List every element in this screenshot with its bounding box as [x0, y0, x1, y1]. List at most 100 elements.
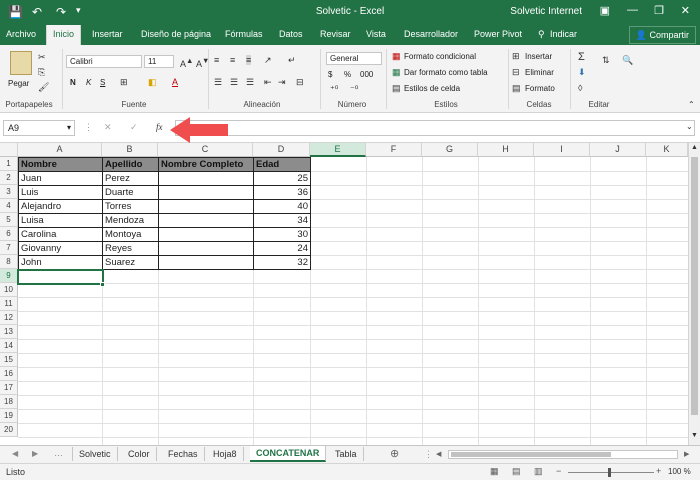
cell-nombre-completo[interactable] [158, 213, 254, 228]
cell-apellido[interactable]: Montoya [102, 227, 159, 242]
cell-nombre[interactable]: Luis [18, 185, 103, 200]
tab-insertar[interactable]: Insertar [92, 29, 123, 39]
insert-button[interactable]: Insertar [525, 52, 552, 61]
tab-power-pivot[interactable]: Power Pivot [474, 29, 522, 39]
format-painter-icon[interactable]: 🖌 [38, 82, 49, 93]
collapse-ribbon-icon[interactable]: ⌃ [688, 100, 695, 109]
column-header-e[interactable]: E [310, 143, 366, 157]
add-sheet-icon[interactable]: ⊕ [390, 447, 399, 460]
scroll-up-icon[interactable]: ▲ [691, 144, 698, 151]
cell-edad[interactable]: 34 [253, 213, 311, 228]
horizontal-scrollbar[interactable] [448, 450, 678, 459]
expand-formula-icon[interactable]: ⌄ [686, 122, 693, 131]
cell-edad[interactable]: 24 [253, 241, 311, 256]
cell-nombre[interactable]: John [18, 255, 103, 270]
column-header-f[interactable]: F [366, 143, 422, 157]
formula-input[interactable] [175, 120, 695, 136]
header-cell-apellido[interactable]: Apellido [102, 157, 159, 172]
cut-icon[interactable]: ✂ [38, 52, 46, 63]
cell-apellido[interactable]: Perez [102, 171, 159, 186]
scroll-right-icon[interactable]: ▶ [684, 450, 689, 458]
row-header[interactable]: 6 [0, 227, 18, 241]
page-break-view-icon[interactable]: ▥ [534, 466, 543, 477]
tab-desarrollador[interactable]: Desarrollador [404, 29, 458, 39]
row-header[interactable]: 2 [0, 171, 18, 185]
tab-diseno[interactable]: Diseño de página [141, 29, 211, 39]
font-name-select[interactable]: Calibri [66, 55, 142, 68]
row-header-selected[interactable]: 9 [0, 269, 18, 283]
cell-nombre-completo[interactable] [158, 241, 254, 256]
share-button[interactable]: 👤 Compartir [628, 26, 696, 44]
format-button[interactable]: Formato [525, 84, 555, 93]
conditional-format-button[interactable]: Formato condicional [404, 52, 476, 61]
row-header[interactable]: 13 [0, 325, 18, 339]
comma-style-button[interactable]: 000 [360, 70, 373, 79]
cell-nombre-completo[interactable] [158, 227, 254, 242]
cell-edad[interactable]: 30 [253, 227, 311, 242]
sort-filter-icon[interactable]: ⇅ [602, 55, 610, 66]
worksheet-grid[interactable]: A B C D E F G H I J K 1 2 3 4 5 6 7 8 9 … [0, 143, 688, 445]
copy-icon[interactable]: ⎘ [38, 67, 45, 78]
tab-archivo[interactable]: Archivo [6, 29, 36, 39]
row-header[interactable]: 18 [0, 395, 18, 409]
tab-revisar[interactable]: Revisar [320, 29, 351, 39]
cell-edad[interactable]: 36 [253, 185, 311, 200]
row-header[interactable]: 5 [0, 213, 18, 227]
scroll-thumb[interactable] [691, 157, 698, 415]
sheet-tab-fechas[interactable]: Fechas [162, 447, 205, 461]
row-header[interactable]: 10 [0, 283, 18, 297]
align-center-icon[interactable]: ☰ [230, 77, 238, 88]
paste-icon[interactable] [10, 51, 32, 75]
cell-apellido[interactable]: Suarez [102, 255, 159, 270]
cell-apellido[interactable]: Reyes [102, 241, 159, 256]
column-header-k[interactable]: K [646, 143, 688, 157]
row-header[interactable]: 3 [0, 185, 18, 199]
scroll-left-icon[interactable]: ◀ [436, 450, 441, 458]
zoom-in-icon[interactable]: + [656, 466, 661, 476]
fill-color-icon[interactable]: ◧ [148, 77, 157, 88]
sheet-tab-color[interactable]: Color [122, 447, 157, 461]
cell-apellido[interactable]: Torres [102, 199, 159, 214]
underline-button[interactable]: S [100, 78, 105, 87]
close-button[interactable]: ✕ [681, 4, 690, 17]
increase-decimal-icon[interactable]: ⁺⁰ [330, 84, 338, 95]
autosum-icon[interactable]: Σ [578, 51, 585, 63]
column-header-i[interactable]: I [534, 143, 590, 157]
cell-nombre-completo[interactable] [158, 171, 254, 186]
cell-nombre-completo[interactable] [158, 199, 254, 214]
row-header[interactable]: 7 [0, 241, 18, 255]
column-header-h[interactable]: H [478, 143, 534, 157]
enter-icon[interactable]: ✓ [130, 122, 138, 133]
tab-vista[interactable]: Vista [366, 29, 386, 39]
increase-indent-icon[interactable]: ⇥ [278, 77, 286, 88]
cell-nombre[interactable]: Alejandro [18, 199, 103, 214]
paste-button[interactable]: Pegar [8, 79, 29, 88]
cell-nombre[interactable]: Juan [18, 171, 103, 186]
column-header-b[interactable]: B [102, 143, 158, 157]
sheet-tab-hoja8[interactable]: Hoja8 [207, 447, 244, 461]
header-cell-edad[interactable]: Edad [253, 157, 311, 172]
decrease-indent-icon[interactable]: ⇤ [264, 77, 272, 88]
row-header[interactable]: 4 [0, 199, 18, 213]
currency-button[interactable]: $ [328, 70, 332, 79]
row-header[interactable]: 8 [0, 255, 18, 269]
column-header-d[interactable]: D [253, 143, 310, 157]
row-header[interactable]: 1 [0, 157, 18, 171]
account-name[interactable]: Solvetic Internet [510, 6, 582, 17]
cell-nombre[interactable]: Giovanny [18, 241, 103, 256]
tell-me-box[interactable]: Indicar [550, 29, 577, 39]
fill-icon[interactable]: ⬇ [578, 67, 586, 78]
row-header[interactable]: 12 [0, 311, 18, 325]
zoom-slider-handle[interactable] [608, 468, 611, 477]
cell-nombre[interactable]: Carolina [18, 227, 103, 242]
format-as-table-button[interactable]: Dar formato como tabla [404, 68, 488, 77]
align-left-icon[interactable]: ☰ [214, 77, 222, 88]
delete-button[interactable]: Eliminar [525, 68, 554, 77]
row-header[interactable]: 14 [0, 339, 18, 353]
cell-nombre-completo[interactable] [158, 185, 254, 200]
column-header-j[interactable]: J [590, 143, 646, 157]
align-middle-icon[interactable]: ≡ [230, 55, 235, 65]
normal-view-icon[interactable]: ▦ [490, 466, 499, 477]
tab-datos[interactable]: Datos [279, 29, 303, 39]
italic-button[interactable]: K [86, 78, 91, 87]
